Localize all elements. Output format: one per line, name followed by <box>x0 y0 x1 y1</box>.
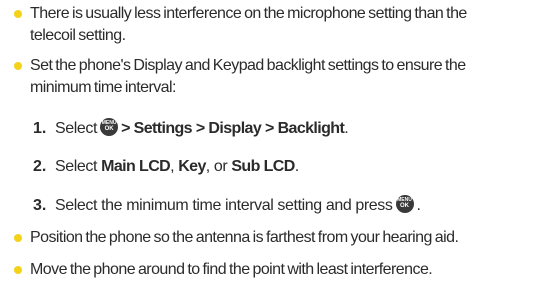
bullet-2-line-2: minimum time interval: <box>30 79 176 96</box>
bullet-1-line-2: telecoil setting. <box>30 27 126 44</box>
option-main-lcd: Main LCD <box>101 158 171 175</box>
bullet-4-line-1: Move the phone around to find the point … <box>30 261 433 278</box>
option-sub-lcd: Sub LCD <box>231 158 295 175</box>
bullet-marker <box>14 266 22 274</box>
menu-ok-key-icon: MENU OK <box>100 118 119 136</box>
menu-icon-bottom-label: OK <box>400 203 409 209</box>
step-end: . <box>294 158 299 175</box>
bullet-1-line-1: There is usually less interference on th… <box>30 5 467 22</box>
bullet-marker <box>14 62 22 70</box>
bullet-marker <box>14 10 22 18</box>
bullet-3-line-1: Position the phone so the antenna is far… <box>30 229 459 246</box>
menu-path: > Settings > Display > Backlight <box>121 120 345 137</box>
step-end: . <box>344 120 349 137</box>
step-end: . <box>416 197 421 214</box>
manual-page: There is usually less interference on th… <box>0 0 547 294</box>
step-text: Select <box>55 120 98 137</box>
step-1: 1. Select MENU OK > Settings > Display > Bac… <box>33 118 349 139</box>
step-number: 2. <box>33 158 47 175</box>
option-key: Key <box>178 158 206 175</box>
step-text: Select the minimum time interval setting… <box>55 197 393 214</box>
menu-icon-bottom-label: OK <box>104 126 114 132</box>
step-2: 2. Select Main LCD, Key, or Sub LCD. <box>33 157 299 177</box>
step-number: 3. <box>33 197 47 214</box>
step-text: Select <box>55 158 98 175</box>
menu-ok-key-icon: MENU OK <box>395 195 414 213</box>
bullet-marker <box>14 234 22 242</box>
separator: , or <box>205 158 232 175</box>
bullet-2-line-1: Set the phone's Display and Keypad backl… <box>30 57 466 74</box>
separator: , <box>170 158 179 175</box>
step-number: 1. <box>33 120 47 137</box>
step-3: 3. Select the minimum time interval setti… <box>33 195 421 216</box>
